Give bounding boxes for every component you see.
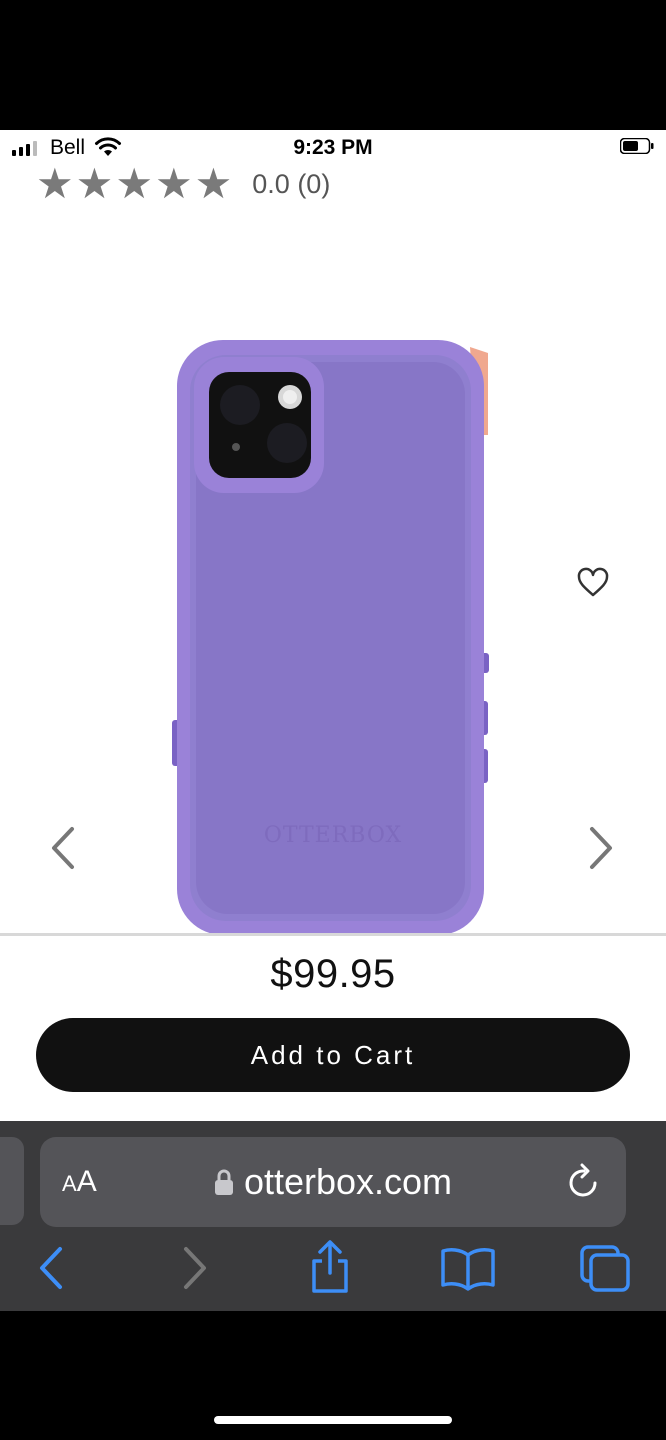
star-icon: ★ xyxy=(36,160,74,207)
forward-icon[interactable] xyxy=(180,1245,210,1291)
home-indicator[interactable] xyxy=(214,1416,452,1424)
bookmarks-icon[interactable] xyxy=(440,1245,496,1291)
battery-icon xyxy=(620,138,654,154)
star-icon: ★ xyxy=(75,160,114,207)
browser-toolbar: AA otterbox.com xyxy=(0,1121,666,1311)
browser-nav-bar xyxy=(0,1239,666,1299)
previous-tab-peek[interactable] xyxy=(0,1137,24,1225)
star-icon: ★ xyxy=(154,160,193,207)
chevron-left-icon[interactable] xyxy=(48,825,78,871)
case-brand-logo: OTTERBOX xyxy=(263,823,403,848)
reload-icon[interactable] xyxy=(566,1163,602,1201)
back-icon[interactable] xyxy=(36,1245,66,1291)
status-time: 9:23 PM xyxy=(293,136,373,159)
divider xyxy=(0,933,666,936)
heart-icon[interactable] xyxy=(576,567,610,599)
product-rating[interactable]: ★ ★ ★ ★ ★ 0.0 (0) xyxy=(36,160,331,207)
chevron-right-icon[interactable] xyxy=(586,825,616,871)
add-to-cart-button[interactable]: Add to Cart xyxy=(36,1018,630,1092)
star-icon: ★ xyxy=(194,160,233,207)
rating-stars: ★ ★ ★ ★ ★ xyxy=(36,160,233,207)
lock-icon xyxy=(214,1169,233,1195)
share-icon[interactable] xyxy=(308,1239,352,1295)
browser-viewport: Bell 9:23 PM ★ ★ ★ ★ ★ 0.0 (0) OTTERBOX … xyxy=(0,130,666,1311)
url-text: otterbox.com xyxy=(243,1161,453,1202)
product-price: $99.95 xyxy=(270,952,396,996)
star-icon: ★ xyxy=(115,160,153,207)
rating-count: 0.0 (0) xyxy=(252,168,331,199)
url-display[interactable]: otterbox.com xyxy=(40,1161,626,1203)
address-bar[interactable]: AA otterbox.com xyxy=(40,1137,626,1227)
tabs-icon[interactable] xyxy=(578,1243,632,1293)
product-image-gallery[interactable]: OTTERBOX xyxy=(0,335,666,935)
